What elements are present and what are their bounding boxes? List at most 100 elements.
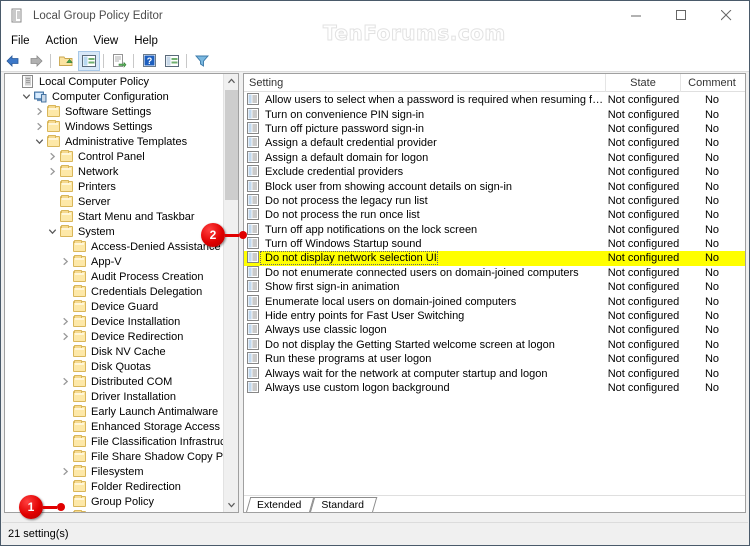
chevron-right-icon[interactable] <box>59 464 72 479</box>
folder-icon <box>72 449 88 464</box>
tree-item-distributed-com[interactable]: Distributed COM <box>5 374 225 389</box>
table-row[interactable]: Always use classic logonNot configuredNo <box>244 323 745 337</box>
tree-item-file-share-shadow-copy-provider[interactable]: File Share Shadow Copy Provider <box>5 449 225 464</box>
callout-number-2: 2 <box>201 223 225 247</box>
export-list-icon[interactable] <box>108 51 130 71</box>
toolbar-separator <box>50 54 51 68</box>
tree-item-local-computer-policy[interactable]: Local Computer Policy <box>5 74 225 89</box>
table-row[interactable]: Enumerate local users on domain-joined c… <box>244 294 745 308</box>
column-header-state[interactable]: State <box>606 74 681 92</box>
cell-comment: No <box>681 152 743 164</box>
tree-item-windows-settings[interactable]: Windows Settings <box>5 119 225 134</box>
properties-icon[interactable] <box>161 51 183 71</box>
back-icon[interactable] <box>2 51 24 71</box>
table-row[interactable]: Do not enumerate connected users on doma… <box>244 266 745 280</box>
menu-help[interactable]: Help <box>126 33 166 49</box>
scroll-up-arrow-icon[interactable] <box>224 74 239 89</box>
chevron-placeholder <box>59 449 72 464</box>
tree-item-administrative-templates[interactable]: Administrative Templates <box>5 134 225 149</box>
tree-item-network[interactable]: Network <box>5 164 225 179</box>
table-row[interactable]: Allow users to select when a password is… <box>244 93 745 107</box>
console-tree-pane[interactable]: Local Computer PolicyComputer Configurat… <box>4 73 239 513</box>
tree-item-device-installation[interactable]: Device Installation <box>5 314 225 329</box>
scroll-down-arrow-icon[interactable] <box>224 497 239 512</box>
minimize-button[interactable] <box>614 1 659 30</box>
chevron-down-icon[interactable] <box>46 224 59 239</box>
table-row[interactable]: Turn off Windows Startup soundNot config… <box>244 237 745 251</box>
table-row[interactable]: Do not display the Getting Started welco… <box>244 338 745 352</box>
chevron-right-icon[interactable] <box>33 104 46 119</box>
table-row[interactable]: Always wait for the network at computer … <box>244 366 745 380</box>
cell-state: Not configured <box>606 368 681 380</box>
tab-standard[interactable]: Standard <box>310 497 373 512</box>
table-row[interactable]: Assign a default domain for logonNot con… <box>244 151 745 165</box>
chevron-right-icon[interactable] <box>33 119 46 134</box>
table-row[interactable]: Block user from showing account details … <box>244 179 745 193</box>
table-row[interactable]: Run these programs at user logonNot conf… <box>244 352 745 366</box>
tree-item-access-denied-assistance[interactable]: Access-Denied Assistance <box>5 239 225 254</box>
tree-item-computer-configuration[interactable]: Computer Configuration <box>5 89 225 104</box>
tab-extended[interactable]: Extended <box>246 497 310 512</box>
chevron-right-icon[interactable] <box>59 329 72 344</box>
window-title: Local Group Policy Editor <box>33 10 163 22</box>
tree-item-file-classification-infrastructure[interactable]: File Classification Infrastructure <box>5 434 225 449</box>
tree-scrollbar-thumb[interactable] <box>225 90 238 200</box>
tree-item-audit-process-creation[interactable]: Audit Process Creation <box>5 269 225 284</box>
table-row[interactable]: Exclude credential providersNot configur… <box>244 165 745 179</box>
help-icon[interactable]: ? <box>138 51 160 71</box>
table-row[interactable]: Turn on convenience PIN sign-inNot confi… <box>244 107 745 121</box>
tree-item-software-settings[interactable]: Software Settings <box>5 104 225 119</box>
tree-vertical-scrollbar[interactable] <box>223 74 238 512</box>
chevron-down-icon[interactable] <box>20 89 33 104</box>
tree-item-device-redirection[interactable]: Device Redirection <box>5 329 225 344</box>
table-row[interactable]: Hide entry points for Fast User Switchin… <box>244 309 745 323</box>
filter-icon[interactable] <box>191 51 213 71</box>
table-row[interactable]: Assign a default credential providerNot … <box>244 136 745 150</box>
table-row[interactable]: Turn off picture password sign-inNot con… <box>244 122 745 136</box>
column-header-comment[interactable]: Comment <box>681 74 743 92</box>
table-row[interactable]: Do not process the run once listNot conf… <box>244 208 745 222</box>
tree-item-printers[interactable]: Printers <box>5 179 225 194</box>
settings-list-pane[interactable]: Setting State Comment Allow users to sel… <box>243 73 746 513</box>
show-hide-console-tree-icon[interactable] <box>78 51 100 71</box>
tree-item-filesystem[interactable]: Filesystem <box>5 464 225 479</box>
tree-item-server[interactable]: Server <box>5 194 225 209</box>
table-row[interactable]: Do not display network selection UINot c… <box>244 251 745 265</box>
tree-item-disk-quotas[interactable]: Disk Quotas <box>5 359 225 374</box>
tree-item-early-launch-antimalware[interactable]: Early Launch Antimalware <box>5 404 225 419</box>
tree-item-disk-nv-cache[interactable]: Disk NV Cache <box>5 344 225 359</box>
tree-item-start-menu-and-taskbar[interactable]: Start Menu and Taskbar <box>5 209 225 224</box>
chevron-down-icon[interactable] <box>33 134 46 149</box>
cell-comment: No <box>681 238 743 250</box>
tree-item-system[interactable]: System <box>5 224 225 239</box>
chevron-right-icon[interactable] <box>59 254 72 269</box>
chevron-right-icon[interactable] <box>59 314 72 329</box>
tree-item-enhanced-storage-access[interactable]: Enhanced Storage Access <box>5 419 225 434</box>
chevron-right-icon[interactable] <box>59 374 72 389</box>
close-button[interactable] <box>704 1 749 30</box>
tree-item-credentials-delegation[interactable]: Credentials Delegation <box>5 284 225 299</box>
menu-view[interactable]: View <box>86 33 127 49</box>
tree-item-label: Distributed COM <box>88 376 172 388</box>
setting-name: Show first sign-in animation <box>261 281 400 293</box>
tree-item-folder-redirection[interactable]: Folder Redirection <box>5 479 225 494</box>
tree-item-control-panel[interactable]: Control Panel <box>5 149 225 164</box>
column-header-setting[interactable]: Setting <box>244 74 606 92</box>
forward-icon[interactable] <box>25 51 47 71</box>
table-row[interactable]: Do not process the legacy run listNot co… <box>244 194 745 208</box>
tree-item-label: System <box>75 226 115 238</box>
table-row[interactable]: Always use custom logon backgroundNot co… <box>244 381 745 395</box>
table-row[interactable]: Show first sign-in animationNot configur… <box>244 280 745 294</box>
maximize-button[interactable] <box>659 1 704 30</box>
setting-name: Always wait for the network at computer … <box>261 368 547 380</box>
tree-item-device-guard[interactable]: Device Guard <box>5 299 225 314</box>
menu-file[interactable]: File <box>3 33 38 49</box>
tree-item-app-v[interactable]: App-V <box>5 254 225 269</box>
menu-action[interactable]: Action <box>38 33 86 49</box>
tree-item-driver-installation[interactable]: Driver Installation <box>5 389 225 404</box>
table-row[interactable]: Turn off app notifications on the lock s… <box>244 223 745 237</box>
up-one-level-icon[interactable] <box>55 51 77 71</box>
cell-setting: Assign a default domain for logon <box>244 151 606 165</box>
chevron-right-icon[interactable] <box>46 149 59 164</box>
chevron-right-icon[interactable] <box>46 164 59 179</box>
